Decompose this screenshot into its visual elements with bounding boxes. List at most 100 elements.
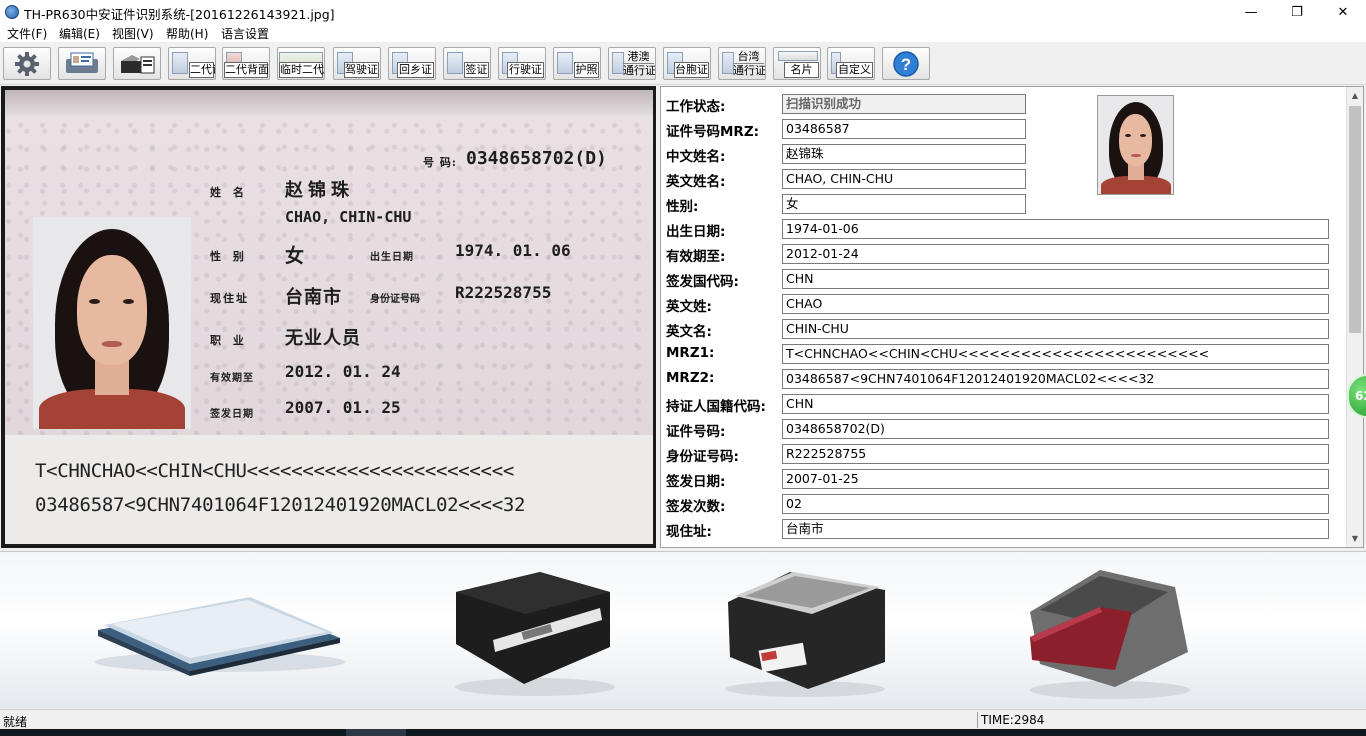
- taiwan-permit-button[interactable]: 台湾 通行证: [718, 47, 766, 80]
- field-value-input[interactable]: CHN: [782, 394, 1329, 414]
- desktop-card-reader-icon: [455, 572, 615, 696]
- field-value-input[interactable]: CHAO: [782, 294, 1329, 314]
- svg-text:?: ?: [901, 55, 911, 74]
- window-title: TH-PR630中安证件识别系统-[20161226143921.jpg]: [24, 7, 335, 22]
- taskbar-highlight: [346, 729, 406, 736]
- field-value-input[interactable]: 0348658702(D): [782, 419, 1329, 439]
- document-top-shadow: [5, 90, 653, 116]
- home-return-permit-button[interactable]: 回乡证: [388, 47, 436, 80]
- doc-birth: 1974. 01. 06: [455, 241, 571, 260]
- business-card-button[interactable]: 名片: [773, 47, 821, 80]
- field-value-input[interactable]: 03486587: [782, 119, 1026, 139]
- app-icon: [5, 5, 19, 19]
- menu-view[interactable]: 视图(V): [112, 25, 154, 42]
- field-value-input[interactable]: CHAO, CHIN-CHU: [782, 169, 1026, 189]
- hk-macau-permit-button[interactable]: 港澳 通行证: [608, 47, 656, 80]
- passport-reader-icon: [1030, 570, 1190, 699]
- id-card-button[interactable]: 二代证: [168, 47, 216, 80]
- status-time: TIME:2984: [981, 713, 1045, 727]
- menu-help[interactable]: 帮助(H): [166, 25, 208, 42]
- driving-license-label: 驾驶证: [344, 62, 379, 78]
- field-label: 有效期至:: [666, 249, 726, 265]
- status-separator: [977, 712, 978, 728]
- scanner-card-icon: [59, 48, 105, 79]
- field-value-input[interactable]: T<CHNCHAO<<CHIN<CHU<<<<<<<<<<<<<<<<<<<<<…: [782, 344, 1329, 364]
- scroll-down-icon[interactable]: ▼: [1347, 530, 1363, 547]
- taskbar-strip: [0, 729, 1366, 736]
- scroll-up-icon[interactable]: ▲: [1347, 87, 1363, 104]
- extracted-portrait: [1098, 96, 1173, 194]
- temp-id-card-button[interactable]: 临时二代: [277, 47, 325, 80]
- business-card-icon: [778, 51, 818, 61]
- field-label: MRZ1:: [666, 345, 715, 361]
- scan-button[interactable]: [58, 47, 106, 80]
- field-value-input[interactable]: 2012-01-24: [782, 244, 1329, 264]
- field-label: 签发次数:: [666, 499, 726, 515]
- vehicle-license-button[interactable]: 行驶证: [498, 47, 546, 80]
- field-value-input[interactable]: 02: [782, 494, 1329, 514]
- device-button[interactable]: [113, 47, 161, 80]
- doc-number-label: 号 码:: [423, 156, 457, 169]
- document-portrait: [33, 217, 191, 429]
- doc-issue: 2007. 01. 25: [285, 398, 401, 417]
- passport-button[interactable]: 护照: [553, 47, 601, 80]
- doc-occupation: 无业人员: [285, 328, 361, 349]
- help-icon: ?: [883, 48, 929, 79]
- visa-button[interactable]: 签证: [443, 47, 491, 80]
- settings-button[interactable]: [3, 47, 51, 80]
- field-label: 英文姓名:: [666, 174, 726, 190]
- maximize-button[interactable]: ❐: [1274, 0, 1320, 24]
- field-label: 英文名:: [666, 324, 712, 340]
- field-value-input[interactable]: 2007-01-25: [782, 469, 1329, 489]
- doc-expiry-label: 有效期至: [210, 373, 254, 384]
- device-banner: [0, 551, 1366, 708]
- toolbar: 二代证 二代背面 临时二代 驾驶证 回乡证 签证 行驶证 护照 港澳 通行证 台…: [0, 42, 1366, 85]
- recognition-result-panel: 工作状态: 扫描识别成功 证件号码MRZ: 03486587 中文姓名: 赵锦珠 英文姓名:…: [660, 86, 1364, 548]
- temp-id-card-label: 临时二代: [279, 62, 324, 78]
- close-button[interactable]: ✕: [1320, 0, 1366, 24]
- id-card-back-button[interactable]: 二代背面: [222, 47, 270, 80]
- field-value-input[interactable]: CHIN-CHU: [782, 319, 1329, 339]
- doc-expiry: 2012. 01. 24: [285, 362, 401, 381]
- driving-license-button[interactable]: 驾驶证: [333, 47, 381, 80]
- minimize-button[interactable]: —: [1228, 0, 1274, 24]
- taiwan-compatriot-permit-label: 台胞证: [674, 62, 709, 78]
- hk-macau-permit-label-top: 港澳: [627, 50, 650, 63]
- doc-mrz-line-2: 03486587<9CHN7401064F12012401920MACL02<<…: [35, 494, 526, 516]
- flatbed-scanner-icon: [95, 597, 345, 676]
- field-value-input[interactable]: 赵锦珠: [782, 144, 1026, 164]
- field-value-input[interactable]: R222528755: [782, 444, 1329, 464]
- vertical-scrollbar[interactable]: ▲ ▼: [1346, 87, 1363, 547]
- help-button[interactable]: ?: [882, 47, 930, 80]
- field-value-input[interactable]: 台南市: [782, 519, 1329, 539]
- home-return-permit-label: 回乡证: [397, 62, 434, 78]
- doc-idno-label: 身份证号码: [370, 294, 420, 305]
- doc-sex: 女: [285, 245, 306, 267]
- field-label: 工作状态:: [666, 99, 726, 115]
- field-value-input[interactable]: 女: [782, 194, 1026, 214]
- scroll-thumb[interactable]: [1349, 106, 1361, 333]
- field-label: 现住址:: [666, 524, 712, 540]
- menu-edit[interactable]: 编辑(E): [59, 25, 100, 42]
- field-label: MRZ2:: [666, 370, 715, 386]
- id-card-label: 二代证: [189, 62, 215, 78]
- field-value-input[interactable]: CHN: [782, 269, 1329, 289]
- field-label: 身份证号码:: [666, 449, 739, 465]
- custom-button[interactable]: 自定义: [827, 47, 875, 80]
- passport-icon: [557, 52, 573, 74]
- menu-file[interactable]: 文件(F): [7, 25, 47, 42]
- custom-label: 自定义: [836, 62, 873, 78]
- field-label: 英文姓:: [666, 299, 712, 315]
- menu-language[interactable]: 语言设置: [221, 25, 269, 42]
- scanned-image-panel: 号 码: 0348658702(D) 姓 名 赵锦珠 CHAO, CHIN-CH…: [1, 86, 656, 548]
- minimize-icon: —: [1244, 4, 1258, 20]
- title-bar: TH-PR630中安证件识别系统-[20161226143921.jpg] — …: [0, 0, 1366, 24]
- field-value-input[interactable]: 03486587<9CHN7401064F12012401920MACL02<<…: [782, 369, 1329, 389]
- doc-issue-label: 签发日期: [210, 409, 254, 420]
- status-field[interactable]: 扫描识别成功: [782, 94, 1026, 114]
- extracted-photo: [1097, 95, 1174, 195]
- doc-occupation-label: 职 业: [210, 334, 248, 347]
- taiwan-compatriot-permit-button[interactable]: 台胞证: [663, 47, 711, 80]
- vehicle-license-label: 行驶证: [507, 62, 544, 78]
- field-value-input[interactable]: 1974-01-06: [782, 219, 1329, 239]
